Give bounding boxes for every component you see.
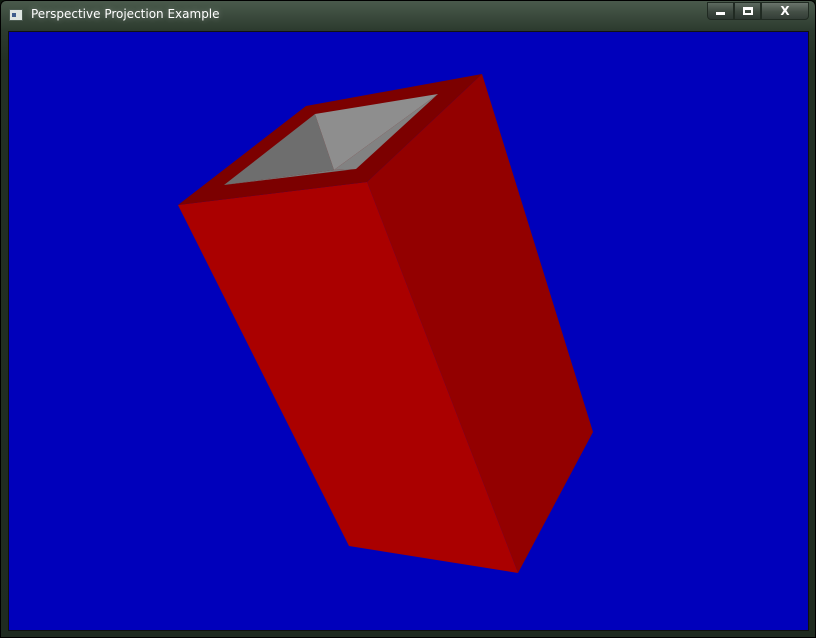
title-bar[interactable]: Perspective Projection Example X (1, 1, 815, 30)
maximize-button[interactable] (734, 2, 761, 20)
window-title: Perspective Projection Example (31, 7, 220, 21)
close-button[interactable]: X (761, 2, 809, 20)
minimize-icon (716, 12, 725, 15)
caption-buttons: X (707, 2, 809, 22)
app-window: Perspective Projection Example X (0, 0, 816, 638)
close-icon: X (780, 4, 790, 18)
maximize-icon (742, 7, 753, 15)
scene-canvas (9, 32, 808, 630)
minimize-button[interactable] (707, 2, 734, 20)
opengl-viewport[interactable] (8, 31, 809, 631)
app-window-icon[interactable] (9, 9, 23, 21)
